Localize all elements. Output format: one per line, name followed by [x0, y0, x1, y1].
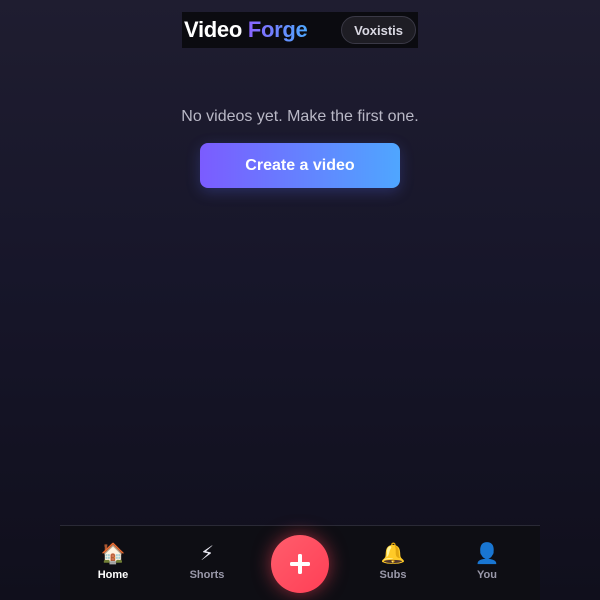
user-account-chip[interactable]: Voxistis [341, 16, 416, 44]
user-icon: 👤 [474, 543, 500, 565]
nav-item-home[interactable]: 🏠 Home [73, 542, 153, 581]
lightning-icon: ⚡ [199, 543, 215, 565]
nav-label-shorts: Shorts [189, 569, 225, 581]
nav-item-you[interactable]: 👤 You [447, 542, 527, 581]
nav-label-you: You [477, 569, 497, 581]
app-logo[interactable]: Video Forge [184, 17, 308, 43]
empty-state-message: No videos yet. Make the first one. [181, 108, 419, 125]
nav-label-subs: Subs [379, 569, 407, 581]
bell-icon: 🔔 [380, 543, 406, 565]
add-video-fab[interactable] [271, 535, 329, 593]
plus-icon [290, 554, 310, 574]
bottom-navigation: 🏠 Home ⚡ Shorts 🔔 Subs 👤 You [60, 525, 540, 600]
create-video-button[interactable]: Create a video [200, 143, 400, 188]
house-icon: 🏠 [100, 543, 126, 565]
nav-item-subs[interactable]: 🔔 Subs [353, 542, 433, 581]
nav-label-home: Home [97, 569, 129, 581]
brand-word-forge: Forge [247, 17, 308, 42]
nav-item-shorts[interactable]: ⚡ Shorts [167, 542, 247, 581]
app-header: Video Forge Voxistis [182, 12, 418, 48]
brand-word-video: Video [184, 17, 243, 42]
